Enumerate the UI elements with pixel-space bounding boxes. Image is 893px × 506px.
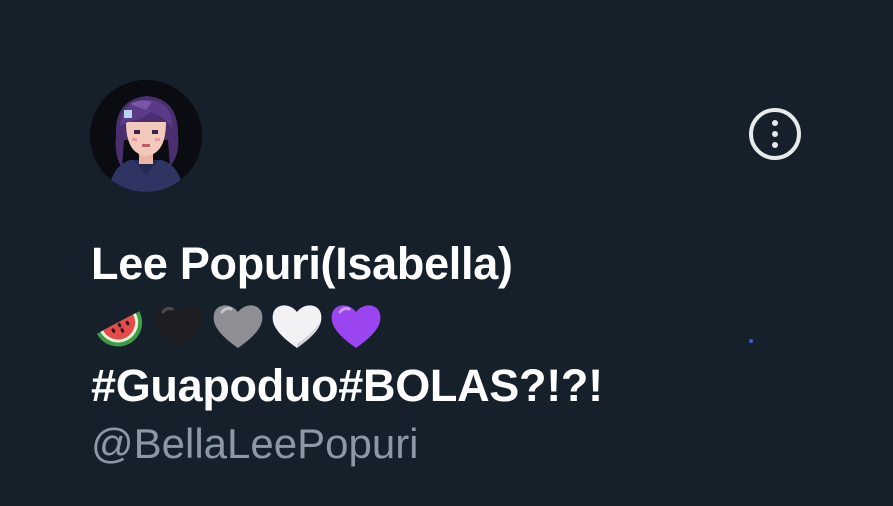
stray-pixel [749,339,753,343]
grey-heart-emoji [213,305,263,348]
watermelon-emoji [96,311,143,347]
more-vertical-icon-dot [772,142,778,148]
more-options-button[interactable] [749,108,801,160]
purple-heart-emoji [331,305,381,348]
display-name: Lee Popuri(Isabella) [91,238,513,289]
black-heart-emoji [154,305,204,348]
profile-header: Lee Popuri(Isabella) #Guapoduo#BOLAS?!?!… [0,0,893,506]
name-emoji-row [92,298,384,354]
name-hashtags: #Guapoduo#BOLAS?!?! [91,360,603,411]
avatar-image [90,80,202,192]
more-vertical-icon-dot [772,131,778,137]
white-heart-emoji [272,305,322,348]
more-vertical-icon [772,120,778,126]
username-handle: @BellaLeePopuri [91,420,419,467]
avatar[interactable] [90,80,202,192]
